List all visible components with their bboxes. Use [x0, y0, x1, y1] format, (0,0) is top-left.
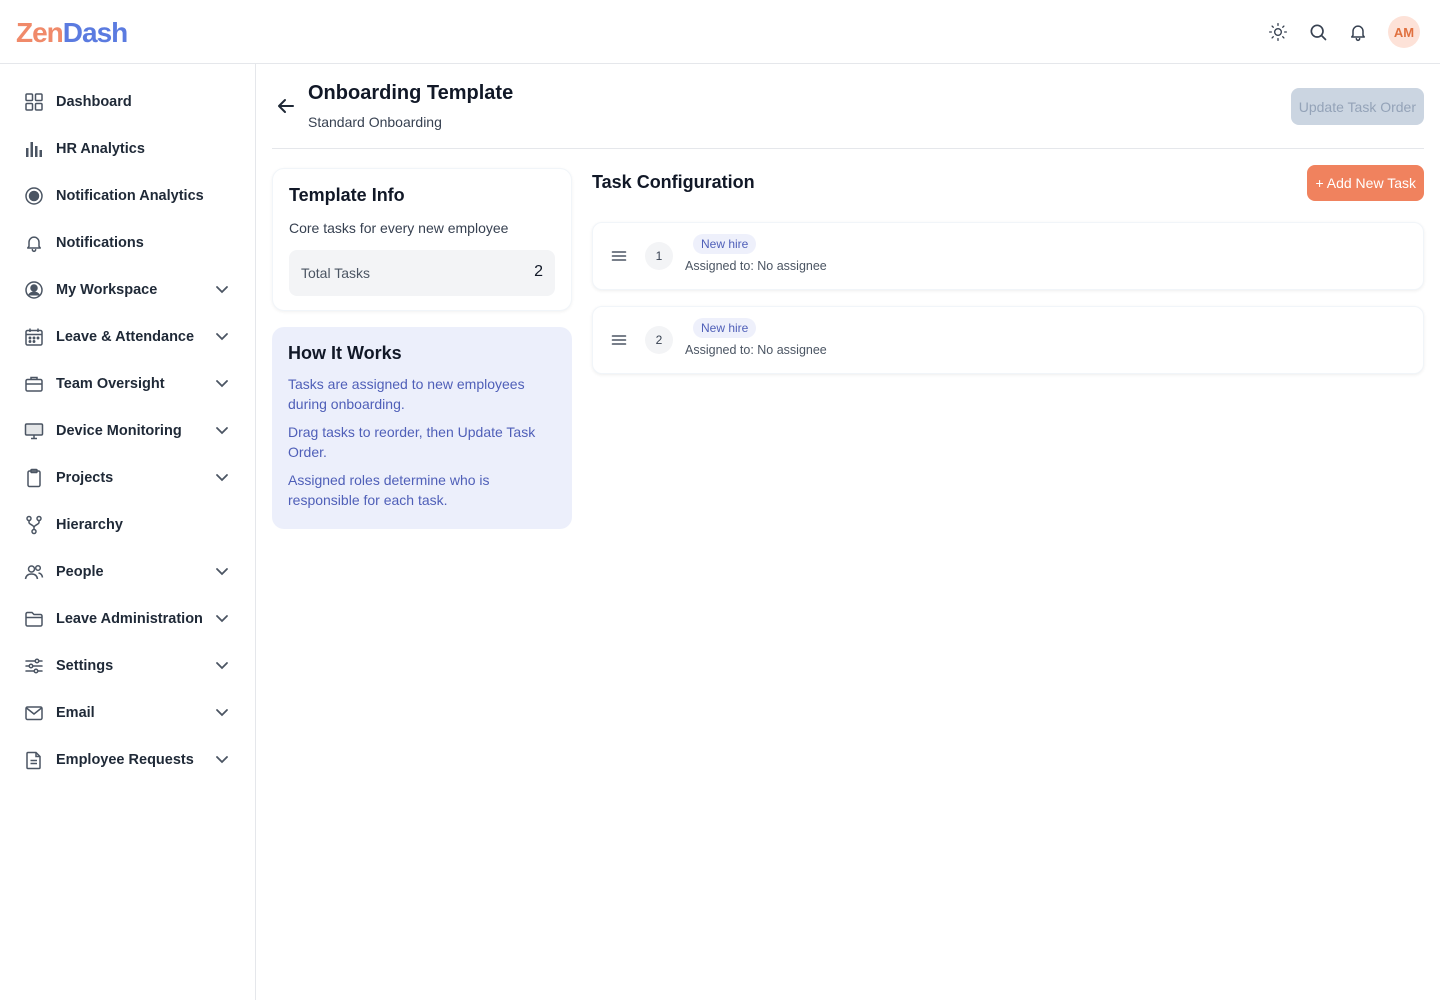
- sidebar-item-label: Leave & Attendance: [56, 328, 195, 345]
- briefcase-icon: [24, 374, 44, 394]
- chevron-down-icon[interactable]: [215, 564, 229, 578]
- mail-icon: [24, 703, 44, 723]
- calendar-icon: [24, 327, 44, 347]
- sidebar-item-projects[interactable]: Projects: [0, 454, 255, 501]
- monitor-icon: [24, 421, 44, 441]
- drag-handle-icon[interactable]: [611, 333, 627, 347]
- page-title: Onboarding Template: [308, 82, 514, 104]
- chevron-down-icon[interactable]: [215, 470, 229, 484]
- template-description: Core tasks for every new employee: [289, 220, 509, 236]
- how-it-works-item: Assigned roles determine who is responsi…: [288, 472, 490, 508]
- document-icon: [24, 750, 44, 770]
- total-tasks-box: Total Tasks 2: [289, 250, 555, 296]
- sun-icon[interactable]: [1264, 18, 1292, 46]
- task-list: 1 New hire Assigned to: No assignee 2 Ne…: [592, 222, 1424, 390]
- chevron-down-icon[interactable]: [215, 423, 229, 437]
- chevron-down-icon[interactable]: [215, 705, 229, 719]
- how-it-works-card: How It Works Tasks are assigned to new e…: [272, 327, 572, 529]
- sidebar-item-settings[interactable]: Settings: [0, 642, 255, 689]
- task-number: 1: [645, 242, 673, 270]
- sidebar-item-team-oversight[interactable]: Team Oversight: [0, 360, 255, 407]
- total-tasks-value: 2: [534, 263, 543, 280]
- task-number: 2: [645, 326, 673, 354]
- sidebar-item-notification-analytics[interactable]: Notification Analytics: [0, 172, 255, 219]
- sidebar-item-hr-analytics[interactable]: HR Analytics: [0, 125, 255, 172]
- template-info-card: Template Info Core tasks for every new e…: [272, 168, 572, 311]
- task-card[interactable]: 1 New hire Assigned to: No assignee: [592, 222, 1424, 290]
- sidebar-item-email[interactable]: Email: [0, 689, 255, 736]
- task-assignee: Assigned to: No assignee: [685, 343, 827, 357]
- sidebar-item-label: Settings: [56, 657, 114, 674]
- task-role-badge: New hire: [693, 318, 757, 338]
- chevron-down-icon[interactable]: [215, 658, 229, 672]
- drag-handle-icon[interactable]: [611, 249, 627, 263]
- sidebar: Dashboard HR Analytics Notification Anal…: [0, 64, 256, 1000]
- bell-icon[interactable]: [1344, 18, 1372, 46]
- folder-icon: [24, 609, 44, 629]
- sidebar-item-label: Email: [56, 704, 95, 721]
- top-actions: AM: [1264, 16, 1420, 48]
- page-subtitle: Standard Onboarding: [308, 114, 442, 130]
- sidebar-item-label: Dashboard: [56, 93, 132, 110]
- sidebar-item-label: My Workspace: [56, 281, 158, 298]
- how-it-works-item: Tasks are assigned to new employees duri…: [288, 376, 525, 412]
- user-circle-icon: [24, 280, 44, 300]
- chevron-down-icon[interactable]: [215, 752, 229, 766]
- sidebar-item-leave-attendance[interactable]: Leave & Attendance: [0, 313, 255, 360]
- page-header: Onboarding Template Standard Onboarding …: [272, 64, 1424, 149]
- task-card[interactable]: 2 New hire Assigned to: No assignee: [592, 306, 1424, 374]
- sidebar-item-label: Leave Administration: [56, 610, 203, 627]
- logo-text-dash: Dash: [62, 17, 128, 48]
- how-it-works-list: Tasks are assigned to new employees duri…: [288, 374, 556, 510]
- sidebar-item-label: HR Analytics: [56, 140, 145, 157]
- chevron-down-icon[interactable]: [215, 329, 229, 343]
- clipboard-icon: [24, 468, 44, 488]
- sidebar-item-device-monitoring[interactable]: Device Monitoring: [0, 407, 255, 454]
- task-assignee: Assigned to: No assignee: [685, 259, 827, 273]
- grid-icon: [24, 92, 44, 112]
- sidebar-item-leave-administration[interactable]: Leave Administration: [0, 595, 255, 642]
- sidebar-item-hierarchy[interactable]: Hierarchy: [0, 501, 255, 548]
- sidebar-item-label: Hierarchy: [56, 516, 123, 533]
- hierarchy-icon: [24, 515, 44, 535]
- sidebar-item-employee-requests[interactable]: Employee Requests: [0, 736, 255, 783]
- sidebar-item-dashboard[interactable]: Dashboard: [0, 78, 255, 125]
- main-content: Onboarding Template Standard Onboarding …: [272, 64, 1424, 529]
- avatar[interactable]: AM: [1388, 16, 1420, 48]
- chevron-down-icon[interactable]: [215, 282, 229, 296]
- task-configuration-title: Task Configuration: [592, 172, 755, 192]
- add-new-task-button[interactable]: + Add New Task: [1307, 165, 1424, 201]
- sidebar-item-label: Team Oversight: [56, 375, 165, 392]
- sidebar-item-label: Device Monitoring: [56, 422, 182, 439]
- sidebar-item-label: Employee Requests: [56, 751, 194, 768]
- sidebar-item-my-workspace[interactable]: My Workspace: [0, 266, 255, 313]
- sidebar-item-label: Notifications: [56, 234, 144, 251]
- logo-text-zen: Zen: [16, 17, 64, 48]
- bar-chart-icon: [24, 139, 44, 159]
- update-task-order-button[interactable]: Update Task Order: [1290, 88, 1424, 125]
- sidebar-item-notifications[interactable]: Notifications: [0, 219, 255, 266]
- chevron-down-icon[interactable]: [215, 376, 229, 390]
- sidebar-item-label: Projects: [56, 469, 114, 486]
- search-icon[interactable]: [1304, 18, 1332, 46]
- back-arrow-icon[interactable]: [276, 96, 296, 116]
- bell-icon: [24, 233, 44, 253]
- chevron-down-icon[interactable]: [215, 611, 229, 625]
- people-icon: [24, 562, 44, 582]
- template-info-title: Template Info: [289, 185, 405, 205]
- sidebar-item-label: Notification Analytics: [56, 187, 204, 204]
- sidebar-item-people[interactable]: People: [0, 548, 255, 595]
- notification-analytics-icon: [24, 186, 44, 206]
- top-bar: ZenDash AM: [0, 0, 1440, 64]
- total-tasks-label: Total Tasks: [301, 265, 370, 281]
- sliders-icon: [24, 656, 44, 676]
- how-it-works-title: How It Works: [288, 343, 402, 363]
- how-it-works-item: Drag tasks to reorder, then Update Task …: [288, 424, 536, 460]
- task-role-badge: New hire: [693, 234, 757, 254]
- sidebar-item-label: People: [56, 563, 104, 580]
- app-logo[interactable]: ZenDash: [16, 16, 128, 50]
